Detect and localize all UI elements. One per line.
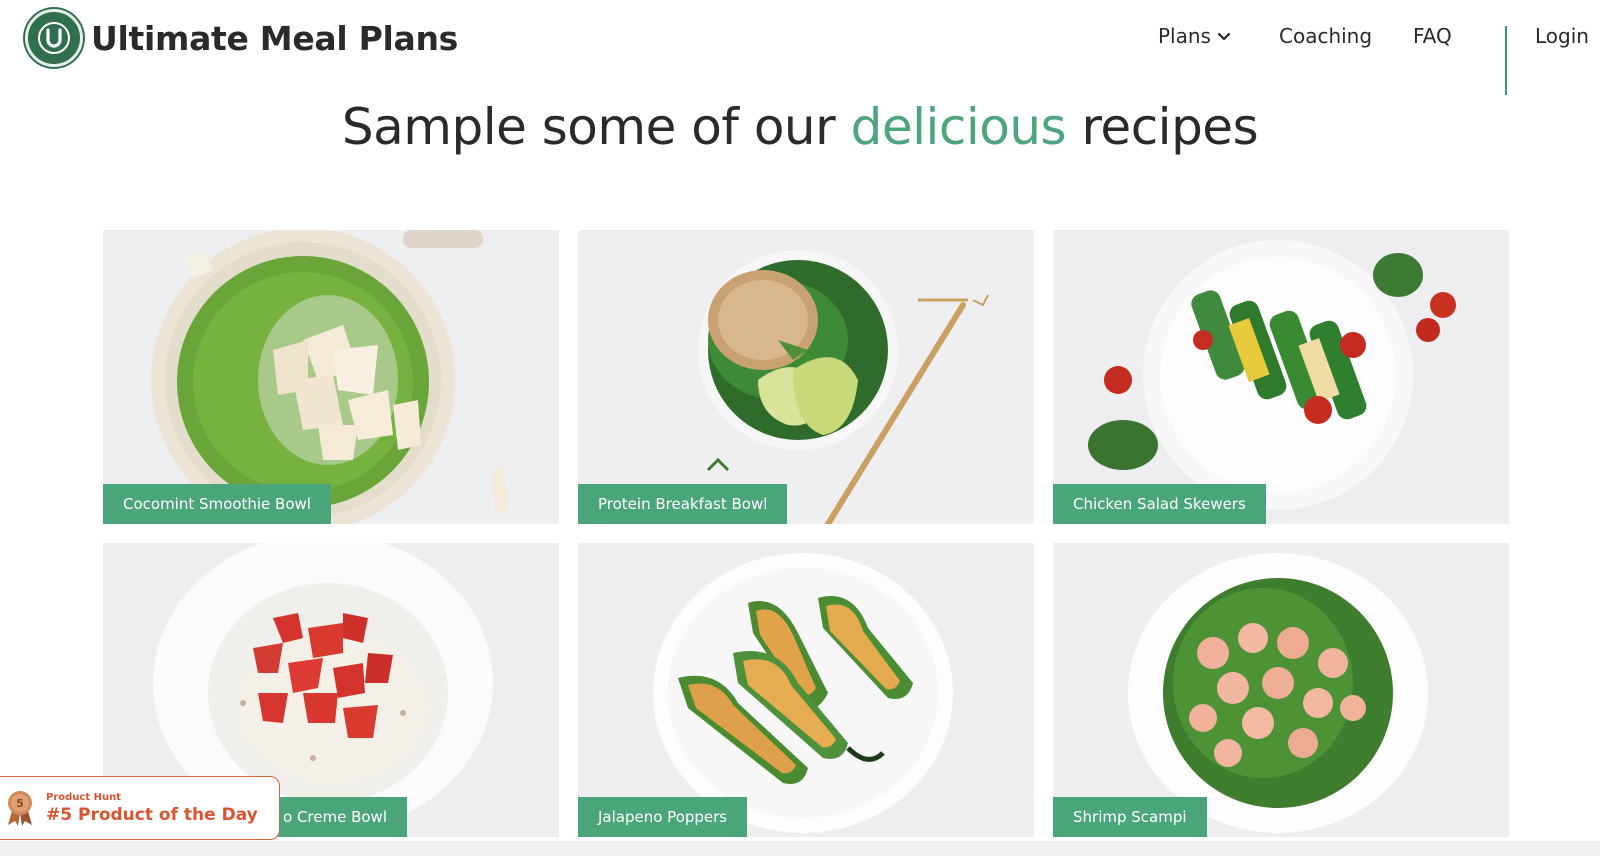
recipe-label: Jalapeno Poppers (578, 797, 748, 837)
nav-login-label: Login (1535, 24, 1589, 48)
nav-faq-label: FAQ (1413, 24, 1452, 48)
chevron-down-icon (1217, 32, 1231, 41)
product-hunt-badge[interactable]: 5 Product Hunt #5 Product of the Day (0, 776, 280, 840)
smoothie-bowl-image (103, 230, 559, 524)
breakfast-bowl-image (578, 230, 1034, 524)
product-hunt-title: #5 Product of the Day (46, 804, 258, 825)
recipe-card-chicken-salad-skewers[interactable]: Chicken Salad Skewers (1053, 230, 1509, 524)
nav-login[interactable]: Login (1535, 24, 1589, 48)
recipe-card-protein-breakfast-bowl[interactable]: Protein Breakfast Bowl (578, 230, 1034, 524)
recipe-label: Shrimp Scampi (1053, 797, 1207, 837)
recipe-card-cocomint-smoothie-bowl[interactable]: Cocomint Smoothie Bowl (103, 230, 559, 524)
nav-plans[interactable]: Plans (1158, 24, 1231, 48)
nav-coaching[interactable]: Coaching (1279, 24, 1372, 48)
nav-faq[interactable]: FAQ (1413, 24, 1452, 48)
headline-before: Sample some of our (341, 98, 851, 156)
nav-divider (1505, 26, 1507, 95)
recipe-label: Protein Breakfast Bowl (578, 484, 788, 524)
nav-coaching-label: Coaching (1279, 24, 1373, 48)
recipe-label: o Creme Bowl (263, 797, 407, 837)
page-headline: Sample some of our delicious recipes (0, 98, 1600, 156)
medal-icon: 5 (8, 791, 32, 826)
bottom-strip (0, 841, 1600, 856)
recipe-card-jalapeno-poppers[interactable]: Jalapeno Poppers (578, 543, 1034, 837)
product-hunt-text: Product Hunt #5 Product of the Day (46, 792, 258, 825)
product-hunt-label: Product Hunt (46, 791, 121, 803)
jalapeno-poppers-image (578, 543, 1034, 837)
recipe-label: Chicken Salad Skewers (1053, 484, 1266, 524)
recipe-card-shrimp-scampi[interactable]: Shrimp Scampi (1053, 543, 1509, 837)
skewers-image (1053, 230, 1509, 524)
site-header: Ultimate Meal Plans Plans Coaching FAQ L… (0, 0, 1600, 95)
headline-accent: delicious (850, 98, 1067, 156)
shrimp-scampi-image (1053, 543, 1509, 837)
headline-after: recipes (1066, 98, 1259, 156)
nav-plans-label: Plans (1158, 24, 1211, 48)
recipe-label: Cocomint Smoothie Bowl (103, 484, 331, 524)
medal-rank: 5 (16, 797, 24, 810)
main-nav: Plans Coaching FAQ Login (0, 22, 1600, 95)
